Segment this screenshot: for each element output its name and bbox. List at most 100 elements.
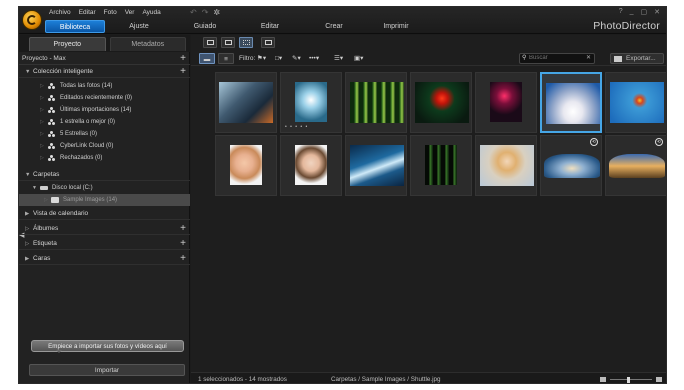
menu-archivo[interactable]: Archivo	[49, 9, 71, 16]
folder-item-sample-images[interactable]: ▷ Sample Images (14)	[19, 194, 190, 206]
expand-right-icon: ▷	[44, 197, 48, 203]
collection-item-last-imports[interactable]: ▷ Últimas importaciones (14)	[19, 104, 190, 116]
photo-wave[interactable]	[345, 135, 407, 196]
import-button[interactable]: Importar	[29, 364, 185, 376]
view-grid-icon[interactable]	[239, 37, 253, 48]
photo-woman-smile[interactable]	[215, 135, 277, 196]
folder-item-local-disk[interactable]: ▼ Disco local (C:)	[19, 182, 190, 194]
settings-icon[interactable]: ✲	[213, 8, 220, 17]
expand-right-icon: ▷	[40, 95, 44, 101]
zoom-out-icon[interactable]	[600, 377, 606, 382]
library-panel: Proyecto Metadatos Proyecto - Max + ▼ Col…	[19, 35, 190, 383]
maximize-icon[interactable]: ▢	[641, 8, 648, 16]
photo-shuttle-launch[interactable]	[540, 72, 602, 133]
filter-label: Filtro:	[239, 55, 256, 62]
search-input[interactable]: ⚲ ✕	[519, 53, 595, 64]
collection-item-recently-edited[interactable]: ▷ Editados recientemente (0)	[19, 92, 190, 104]
collection-item-five-stars[interactable]: ▷ 5 Estrellas (0)	[19, 128, 190, 140]
section-tags[interactable]: ▷ Etiqueta +	[19, 238, 190, 250]
tab-proyecto[interactable]: Proyecto	[29, 37, 106, 51]
tab-guiado[interactable]: Guiado	[173, 20, 237, 33]
expand-right-icon: ▷	[40, 143, 44, 149]
add-collection-icon[interactable]: +	[180, 66, 186, 77]
tab-metadatos[interactable]: Metadatos	[109, 37, 186, 51]
tab-ajuste[interactable]: Ajuste	[105, 20, 173, 33]
add-project-icon[interactable]: +	[180, 53, 186, 64]
section-calendar-view[interactable]: ▶ Vista de calendario	[19, 208, 190, 220]
add-tag-icon[interactable]: +	[180, 238, 186, 249]
help-icon[interactable]: ?	[619, 8, 623, 16]
collection-item-one-star[interactable]: ▷ 1 estrella o mejor (0)	[19, 116, 190, 128]
photo-panorama-sunset[interactable]: ⟲	[605, 135, 666, 196]
add-face-icon[interactable]: +	[180, 253, 186, 264]
collection-item-all-photos[interactable]: ▷ Todas las fotos (14)	[19, 80, 190, 92]
sort-dropdown[interactable]: ☰▾	[334, 53, 343, 64]
menu-ayuda[interactable]: Ayuda	[142, 9, 160, 16]
tab-crear[interactable]: Crear	[303, 20, 365, 33]
section-folders[interactable]: ▼ Carpetas	[19, 169, 190, 181]
photo-panorama-road[interactable]: ⟲	[540, 135, 602, 196]
redo-icon[interactable]: ↷	[202, 8, 209, 17]
photo-forest[interactable]	[345, 72, 407, 133]
export-label: Exportar...	[626, 55, 656, 62]
view-single-icon[interactable]	[203, 37, 217, 48]
smart-collection-icon	[48, 131, 56, 137]
menu-foto[interactable]: Foto	[104, 9, 117, 16]
filter-rating-dropdown[interactable]: •••▾	[309, 53, 319, 64]
clear-search-icon[interactable]: ✕	[586, 54, 591, 63]
section-title: Etiqueta	[33, 240, 57, 247]
rating-dots[interactable]: • • • • •	[285, 124, 308, 130]
photo-balloon-sky[interactable]: • • • • •	[280, 72, 342, 133]
tab-biblioteca[interactable]: Biblioteca	[45, 20, 105, 33]
menu-ver[interactable]: Ver	[125, 9, 135, 16]
panel-tabs: Proyecto Metadatos	[19, 35, 190, 52]
slider-track	[610, 379, 652, 380]
app-logo-icon[interactable]	[22, 10, 42, 30]
smart-collection-icon	[48, 83, 56, 89]
tab-editar[interactable]: Editar	[237, 20, 303, 33]
thumb-size-list-icon[interactable]: ≡	[218, 53, 234, 64]
disk-icon	[40, 186, 48, 190]
slider-handle[interactable]	[627, 377, 631, 383]
photo-neon-portrait[interactable]	[475, 72, 537, 133]
filter-edit-dropdown[interactable]: ✎▾	[292, 53, 301, 64]
view-compare-icon[interactable]	[221, 37, 235, 48]
photo-skydiver[interactable]	[605, 72, 666, 133]
minimize-icon[interactable]: _	[630, 8, 634, 16]
filter-color-dropdown[interactable]: □▾	[275, 53, 282, 64]
view-fullscreen-icon[interactable]	[261, 37, 275, 48]
photo-blonde-woman[interactable]	[475, 135, 537, 196]
menu-editar[interactable]: Editar	[79, 9, 96, 16]
collection-item-cyberlink-cloud[interactable]: ▷ CyberLink Cloud (0)	[19, 140, 190, 152]
project-selector[interactable]: Proyecto - Max +	[19, 53, 190, 65]
photodirector-window: Archivo Editar Foto Ver Ayuda ↶ ↷ ✲ Bibl…	[18, 6, 667, 384]
smart-collection-icon	[48, 119, 56, 125]
section-title: Colección inteligente	[33, 68, 93, 75]
expand-right-icon: ▷	[25, 241, 30, 247]
panorama-badge-icon: ⟲	[590, 138, 598, 146]
search-field[interactable]	[529, 55, 581, 61]
smart-collection-icon	[48, 95, 56, 101]
photo-dark-forest[interactable]	[410, 135, 472, 196]
collection-item-rejected[interactable]: ▷ Rechazados (0)	[19, 152, 190, 164]
tab-imprimir[interactable]: Imprimir	[365, 20, 427, 33]
undo-icon[interactable]: ↶	[190, 8, 197, 17]
photo-girl-portrait[interactable]	[280, 135, 342, 196]
zoom-in-icon[interactable]	[656, 377, 662, 382]
section-smart-collection[interactable]: ▼ Colección inteligente +	[19, 66, 190, 78]
stack-dropdown[interactable]: ▣▾	[354, 53, 363, 64]
section-title: Carpetas	[33, 171, 60, 178]
export-button[interactable]: Exportar...	[610, 53, 664, 64]
quick-actions: ↶ ↷ ✲	[190, 8, 220, 17]
close-icon[interactable]: ✕	[654, 8, 660, 16]
thumbnail-size-slider[interactable]	[600, 377, 662, 383]
filter-flag-dropdown[interactable]: ⚑▾	[257, 53, 266, 64]
photo-red-flower[interactable]	[410, 72, 472, 133]
section-faces[interactable]: ▶ Caras +	[19, 253, 190, 265]
add-album-icon[interactable]: +	[180, 223, 186, 234]
section-albums[interactable]: ▷ Álbumes +	[19, 223, 190, 235]
expand-right-icon: ▶	[25, 256, 30, 262]
thumb-size-small-icon[interactable]: ▬	[199, 53, 215, 64]
section-title: Álbumes	[33, 225, 59, 232]
photo-concert-stage[interactable]	[215, 72, 277, 133]
